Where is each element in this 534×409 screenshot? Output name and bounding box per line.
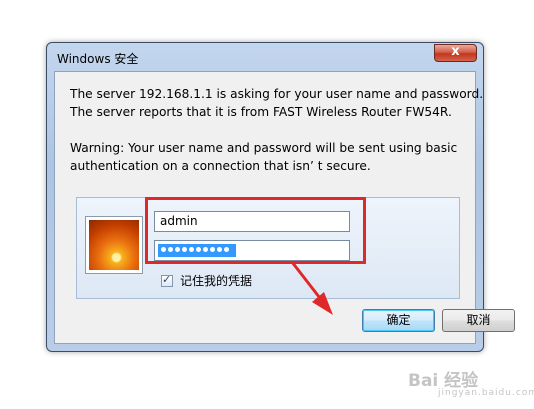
watermark-url: jingyan.baidu.com: [438, 388, 534, 398]
annotation-arrow-icon: [290, 261, 333, 315]
baidu-watermark: Bai 经验 jingyan.baidu.com: [408, 366, 534, 398]
